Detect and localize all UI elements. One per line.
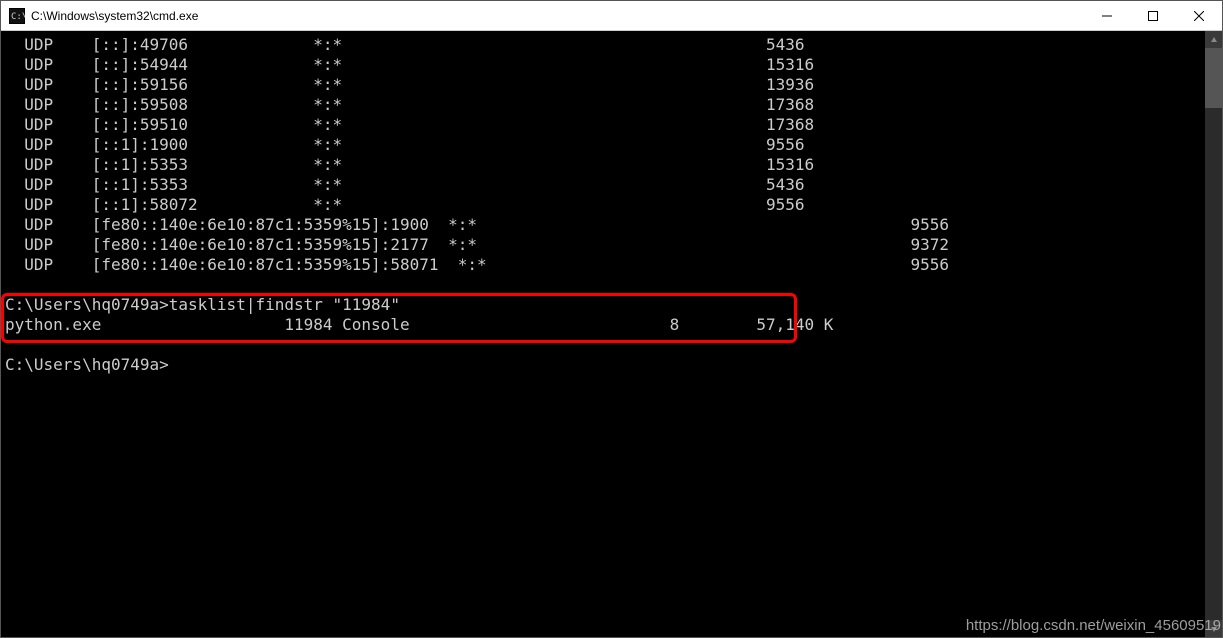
console-line: UDP [fe80::140e:6e10:87c1:5359%15]:58071…: [5, 255, 1205, 275]
svg-text:C:\: C:\: [11, 12, 25, 22]
console-line: C:\Users\hq0749a>tasklist|findstr "11984…: [5, 295, 1205, 315]
console-line: UDP [::]:59510 *:* 17368: [5, 115, 1205, 135]
close-button[interactable]: [1176, 1, 1222, 31]
console-line: UDP [::]:49706 *:* 5436: [5, 35, 1205, 55]
console-line: [5, 335, 1205, 355]
title-bar: C:\ C:\Windows\system32\cmd.exe: [1, 1, 1222, 31]
minimize-button[interactable]: [1084, 1, 1130, 31]
console-line: UDP [::1]:58072 *:* 9556: [5, 195, 1205, 215]
console-line: UDP [::1]:5353 *:* 5436: [5, 175, 1205, 195]
console-line: UDP [::]:59508 *:* 17368: [5, 95, 1205, 115]
cmd-icon: C:\: [9, 8, 25, 24]
cmd-window: C:\ C:\Windows\system32\cmd.exe UDP [::]…: [0, 0, 1223, 638]
console-line: C:\Users\hq0749a>: [5, 355, 1205, 375]
console-line: UDP [fe80::140e:6e10:87c1:5359%15]:2177 …: [5, 235, 1205, 255]
scroll-up-button[interactable]: [1205, 31, 1222, 48]
console-line: UDP [::1]:5353 *:* 15316: [5, 155, 1205, 175]
scroll-thumb[interactable]: [1205, 48, 1222, 108]
console-line: UDP [::]:54944 *:* 15316: [5, 55, 1205, 75]
window-title: C:\Windows\system32\cmd.exe: [31, 9, 198, 23]
scroll-down-button[interactable]: [1205, 620, 1222, 637]
console-area[interactable]: UDP [::]:49706 *:* 5436 UDP [::]:54944 *…: [1, 31, 1222, 637]
vertical-scrollbar[interactable]: [1205, 31, 1222, 637]
console-line: python.exe 11984 Console 8 57,140 K: [5, 315, 1205, 335]
console-line: [5, 275, 1205, 295]
console-line: UDP [::]:59156 *:* 13936: [5, 75, 1205, 95]
maximize-button[interactable]: [1130, 1, 1176, 31]
console-line: UDP [fe80::140e:6e10:87c1:5359%15]:1900 …: [5, 215, 1205, 235]
console-line: UDP [::1]:1900 *:* 9556: [5, 135, 1205, 155]
cursor: [169, 357, 178, 374]
